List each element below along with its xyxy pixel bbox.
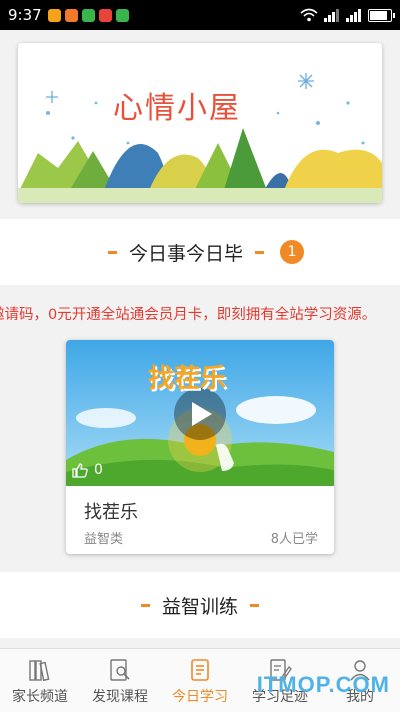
nav-today-study[interactable]: 今日学习 [160,649,240,712]
signal-icon [324,8,339,22]
dash-right [255,250,264,254]
course-card[interactable]: 找茬乐 0 找茬乐 益智类 8人已学 [66,340,334,554]
app-icon [98,8,112,22]
status-time: 9:37 [8,6,42,24]
nav-label: 家长频道 [12,689,68,705]
likes-count: 0 [94,462,103,478]
document-icon [191,659,209,681]
signal-icon-2 [346,8,361,22]
status-indicators [300,8,395,22]
banner-title: 心情小屋 [113,91,241,126]
course-name: 找茬乐 [84,502,138,523]
course-category: 益智类 [84,532,124,547]
weibo-icon [47,8,61,22]
section-today-title: 今日事今日毕 [128,242,243,265]
today-count-badge: 1 [280,240,304,264]
status-bar: 9:37 [0,0,400,30]
nav-label: 发现课程 [92,689,148,705]
thumb-up-icon [72,462,88,478]
dash-right [250,603,259,607]
dash-left [140,603,150,607]
banner[interactable]: 心情小屋 [18,43,382,203]
section-today-header: 今日事今日毕 1 [0,219,400,285]
wifi-icon [300,8,318,22]
phone-icon [81,8,95,22]
dash-left [107,250,117,254]
nav-parent-channel[interactable]: 家长频道 [0,649,80,712]
chat-icon [115,8,129,22]
likes-counter[interactable]: 0 [72,462,103,478]
battery-icon [368,8,395,22]
section-training-title: 益智训练 [161,595,238,618]
photo-icon [64,8,78,22]
course-learners: 8人已学 [270,532,318,547]
nav-discover-courses[interactable]: 发现课程 [80,649,160,712]
watermark: ITMOP.COM [256,672,390,697]
marquee-notice[interactable]: 邀请码，0元开通全站通会员月卡，即刻拥有全站学习资源。 [0,303,400,323]
thumbnail-title: 找茬乐 [148,364,227,394]
nav-label: 今日学习 [172,689,228,705]
search-doc-icon [110,659,130,681]
section-training-header: 益智训练 [0,572,400,638]
books-icon [29,660,50,682]
